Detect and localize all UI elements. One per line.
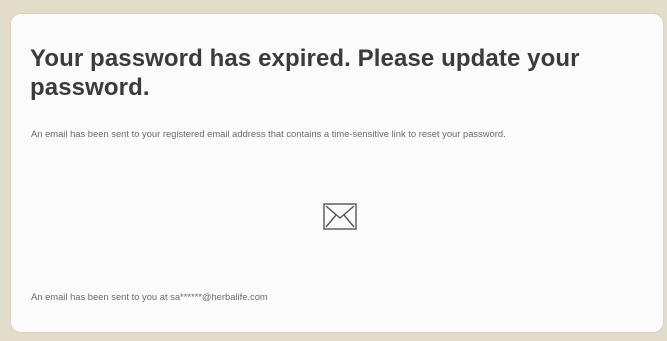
page-title: Your password has expired. Please update…: [30, 45, 580, 101]
email-sent-description: An email has been sent to your registere…: [31, 128, 506, 139]
password-expired-card: Your password has expired. Please update…: [11, 14, 663, 332]
envelope-icon: [323, 203, 357, 230]
email-sent-confirmation: An email has been sent to you at sa*****…: [31, 291, 268, 302]
